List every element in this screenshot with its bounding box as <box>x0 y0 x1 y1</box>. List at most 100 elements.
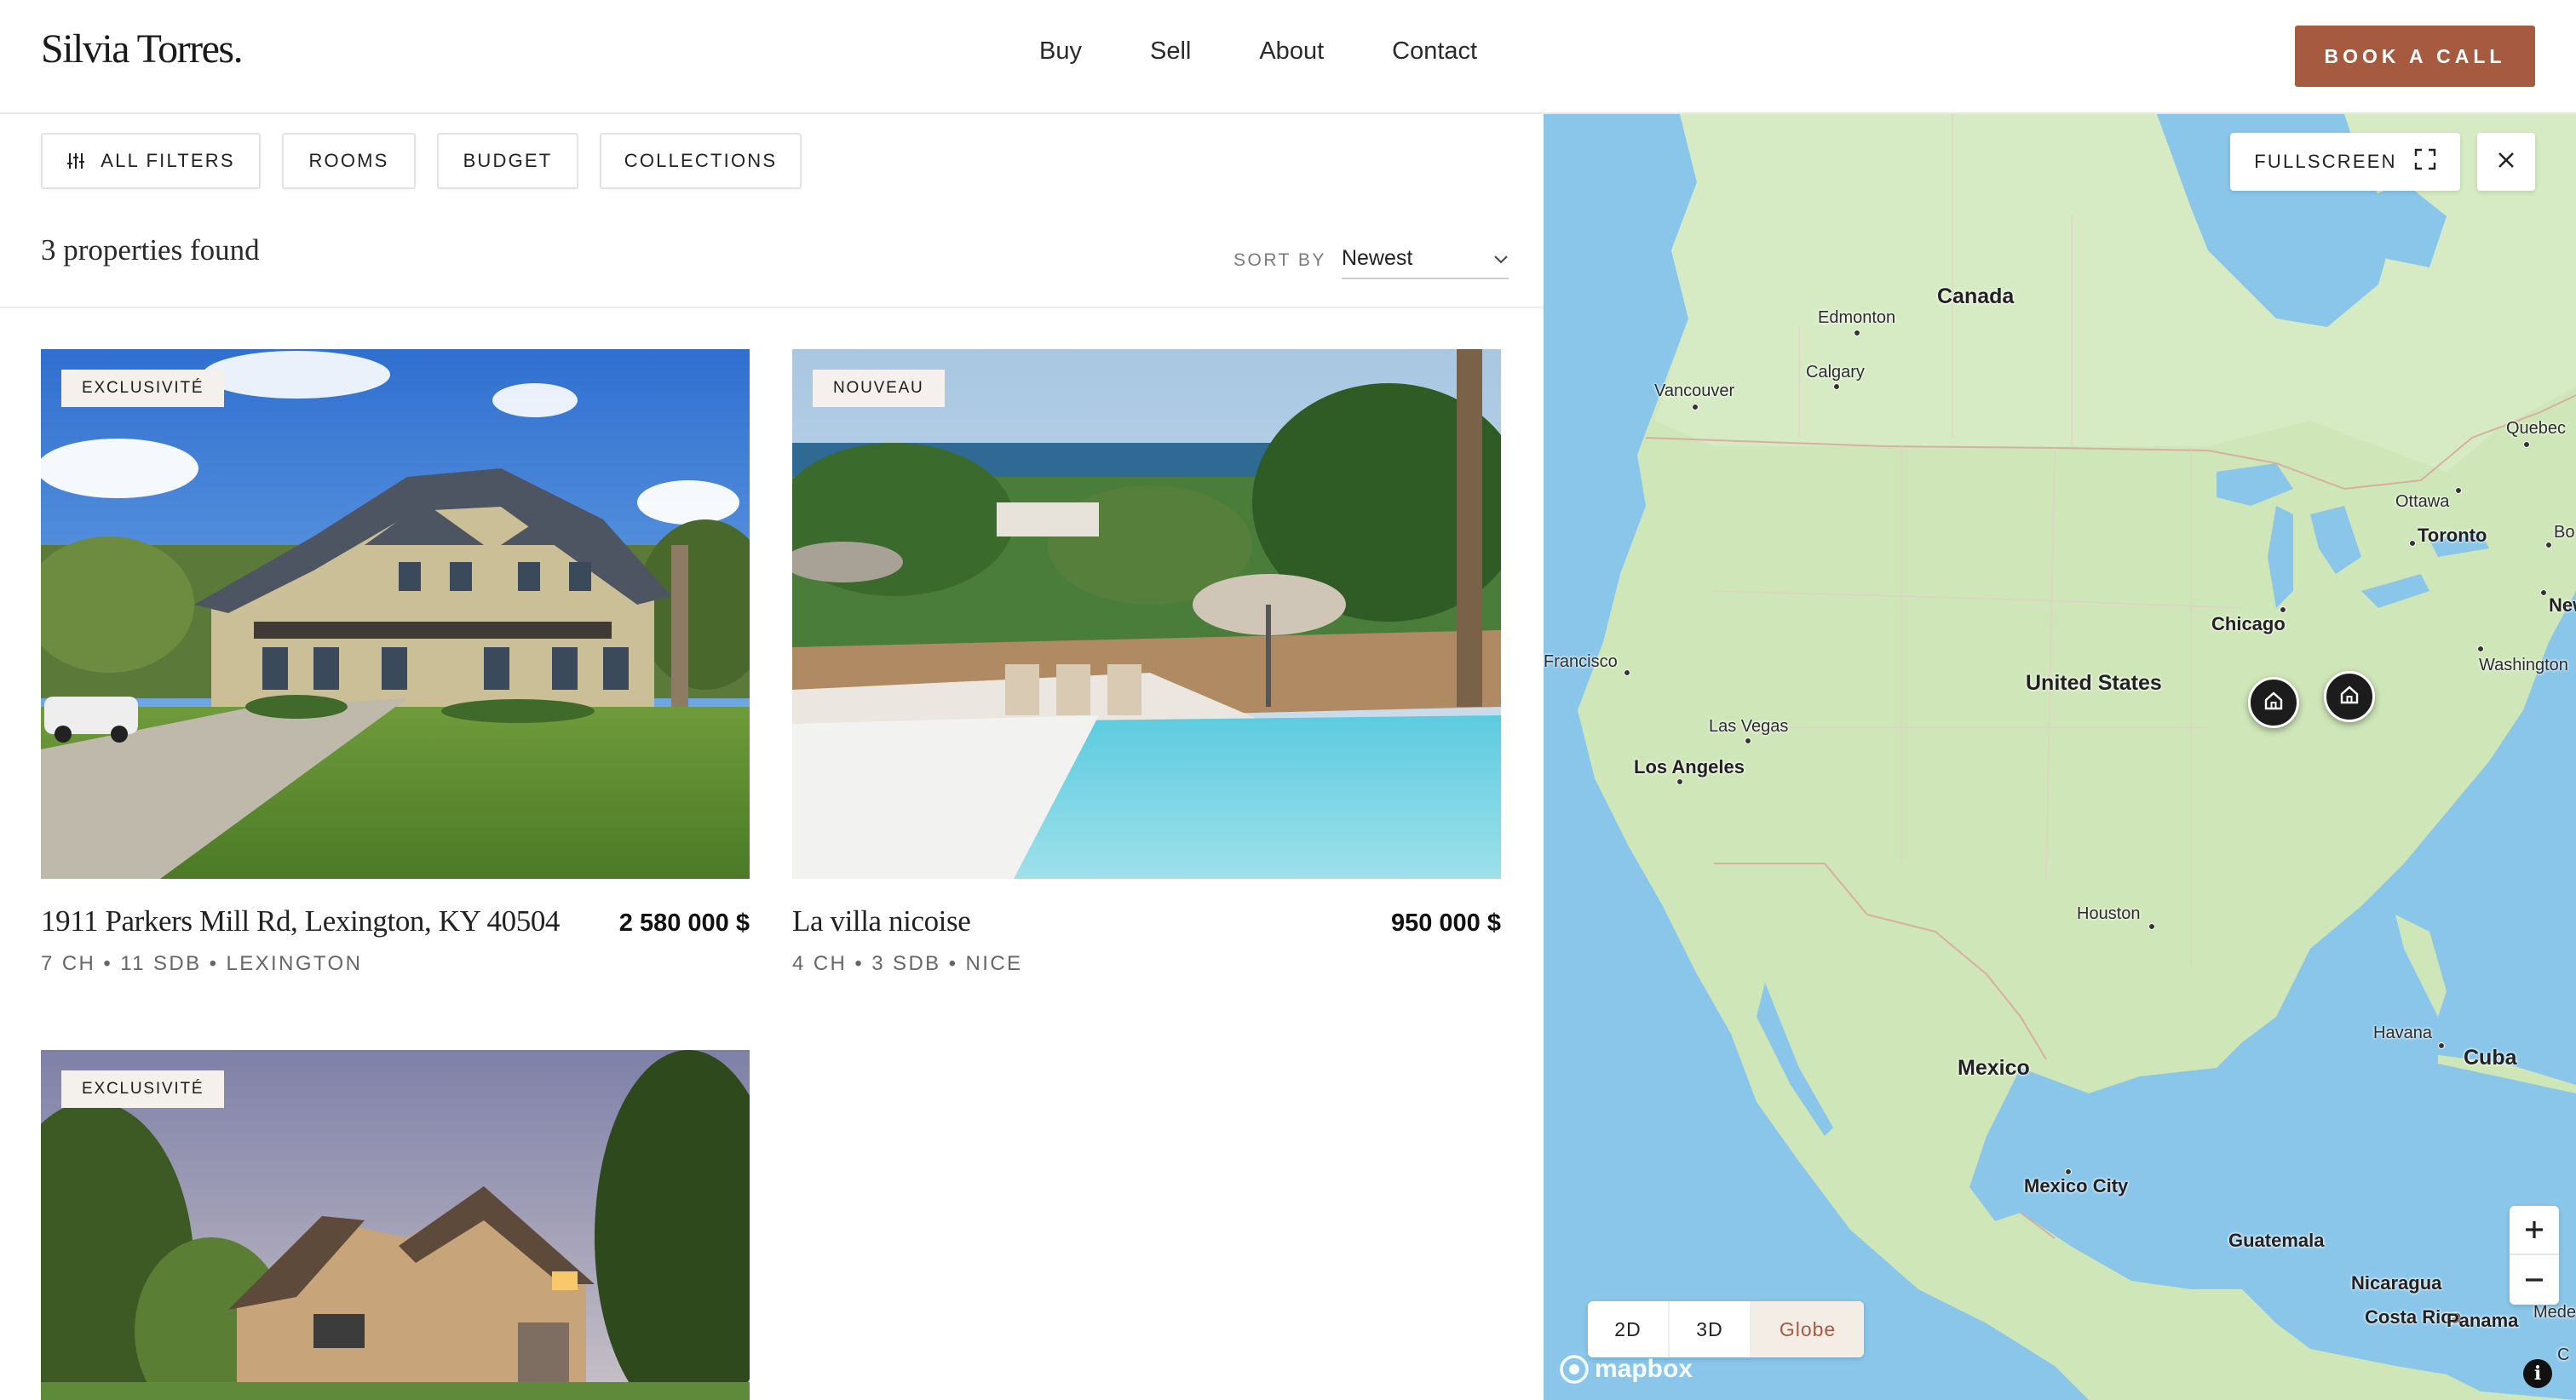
map-label-panama: Panama <box>2447 1310 2519 1331</box>
city-dot <box>1676 778 1683 785</box>
map-label-ottawa: Ottawa <box>2395 492 2450 511</box>
city-dot <box>2065 1168 2072 1175</box>
all-filters-button[interactable]: ALL FILTERS <box>41 133 261 189</box>
map-label-united-states: United States <box>2026 671 2162 695</box>
listing-photo[interactable]: NOUVEAU <box>792 349 1501 879</box>
map-label-havana: Havana <box>2373 1024 2432 1042</box>
fullscreen-label: FULLSCREEN <box>2254 151 2397 172</box>
zoom-in-button[interactable] <box>2510 1206 2559 1255</box>
city-dot <box>2455 487 2462 494</box>
map-label-mexico-city: Mexico City <box>2024 1175 2129 1196</box>
listing-card[interactable]: EXCLUSIVITÉ 1911 Parkers Mill Rd, Lexing… <box>41 349 750 976</box>
nav-buy[interactable]: Buy <box>1039 37 1082 66</box>
map-label-las-vegas: Las Vegas <box>1709 717 1789 736</box>
sort-value: Newest <box>1341 245 1413 270</box>
listing-badge: EXCLUSIVITÉ <box>61 1070 225 1108</box>
collections-filter-button[interactable]: COLLECTIONS <box>600 133 802 189</box>
map-label-nicaragua: Nicaragua <box>2351 1272 2442 1294</box>
map-label-vancouver: Vancouver <box>1654 382 1735 400</box>
mode-globe-button[interactable]: Globe <box>1751 1301 1864 1357</box>
mapbox-wordmark: mapbox <box>1595 1355 1693 1383</box>
map-label-francisco: Francisco <box>1544 652 1618 671</box>
rooms-filter-button[interactable]: ROOMS <box>282 133 416 189</box>
listing-address[interactable]: La villa nicoise <box>792 904 971 938</box>
chevron-down-icon <box>1493 246 1509 271</box>
map-label-bo: Bo <box>2554 523 2575 542</box>
map-label-edmonton: Edmonton <box>1818 308 1896 327</box>
main-nav: Buy Sell About Contact <box>1039 37 1545 66</box>
info-icon[interactable]: i <box>2523 1359 2552 1388</box>
city-dot <box>1624 669 1630 676</box>
minus-icon <box>2526 1278 2543 1282</box>
map-panel[interactable]: Canada Edmonton Calgary Vancouver Quebec… <box>1544 114 2576 1400</box>
city-dot <box>2409 540 2416 547</box>
zoom-out-button[interactable] <box>2510 1255 2559 1305</box>
sort-control: SORT BY Newest <box>1233 242 1509 279</box>
map-label-c: C <box>2557 1345 2570 1364</box>
city-dot <box>2280 606 2286 613</box>
city-dot <box>2477 645 2484 652</box>
zoom-control <box>2510 1206 2559 1305</box>
city-dot <box>1692 404 1699 410</box>
nav-about[interactable]: About <box>1259 37 1324 66</box>
listing-title-row: 1911 Parkers Mill Rd, Lexington, KY 4050… <box>41 904 750 938</box>
map-mode-toggle: 2D 3D Globe <box>1588 1301 1864 1357</box>
listing-meta: 7 CH • 11 SDB • LEXINGTON <box>41 952 363 975</box>
city-dot <box>2523 441 2530 448</box>
map-label-toronto: Toronto <box>2418 525 2487 546</box>
fullscreen-button[interactable]: FULLSCREEN <box>2230 133 2460 191</box>
mode-3d-button[interactable]: 3D <box>1670 1301 1751 1357</box>
all-filters-label: ALL FILTERS <box>101 150 235 171</box>
property-marker[interactable] <box>2248 677 2299 728</box>
listing-title-row: La villa nicoise 950 000 $ <box>792 904 1501 938</box>
listing-address[interactable]: 1911 Parkers Mill Rd, Lexington, KY 4050… <box>41 904 560 938</box>
map-label-washington: Washington <box>2479 656 2568 674</box>
map-label-canada: Canada <box>1937 284 2015 308</box>
listing-photo[interactable]: EXCLUSIVITÉ <box>41 349 750 879</box>
city-dot <box>1854 330 1860 336</box>
listing-meta: 4 CH • 3 SDB • NICE <box>792 952 1023 975</box>
nav-contact[interactable]: Contact <box>1392 37 1477 66</box>
sort-label: SORT BY <box>1233 250 1326 270</box>
listing-price: 950 000 $ <box>1390 909 1501 937</box>
map-label-quebec: Quebec <box>2506 419 2567 438</box>
property-marker[interactable] <box>2324 671 2375 722</box>
expand-icon <box>2414 148 2436 175</box>
map-label-new-york: New Y <box>2549 594 2576 616</box>
listing-badge: EXCLUSIVITÉ <box>61 370 225 407</box>
results-count: 3 properties found <box>41 233 260 267</box>
close-icon <box>2497 151 2516 174</box>
city-dot <box>1745 737 1751 744</box>
sort-dropdown[interactable]: Newest <box>1341 242 1509 279</box>
brand-logo[interactable]: Silvia Torres. <box>41 26 244 72</box>
site-header: Silvia Torres. Buy Sell About Contact BO… <box>0 0 2576 114</box>
listing-card[interactable]: EXCLUSIVITÉ <box>41 1050 750 1400</box>
listings-panel: ALL FILTERS ROOMS BUDGET COLLECTIONS 3 p… <box>0 114 1544 1400</box>
mapbox-logo-icon <box>1559 1354 1590 1385</box>
filter-bar: ALL FILTERS ROOMS BUDGET COLLECTIONS <box>41 133 823 189</box>
sliders-icon <box>66 152 85 170</box>
city-dot <box>2438 1042 2445 1049</box>
map-label-mede: Mede <box>2533 1303 2576 1322</box>
listing-badge: NOUVEAU <box>813 370 945 407</box>
mapbox-attribution[interactable]: mapbox <box>1559 1354 1693 1385</box>
divider <box>0 307 1544 308</box>
nav-sell[interactable]: Sell <box>1150 37 1191 66</box>
mode-2d-button[interactable]: 2D <box>1588 1301 1670 1357</box>
home-icon <box>2338 684 2360 710</box>
map-label-mexico: Mexico <box>1958 1056 2030 1080</box>
listing-price: 2 580 000 $ <box>618 909 750 937</box>
map-label-houston: Houston <box>2077 904 2141 923</box>
city-dot <box>1833 383 1840 390</box>
map-label-guatemala: Guatemala <box>2228 1230 2325 1251</box>
listing-card[interactable]: NOUVEAU La villa nicoise 950 000 $ 4 CH … <box>792 349 1501 976</box>
close-map-button[interactable] <box>2477 133 2535 191</box>
map-label-calgary: Calgary <box>1806 363 1865 382</box>
book-a-call-button[interactable]: BOOK A CALL <box>2295 26 2535 87</box>
city-dot <box>2540 589 2547 596</box>
home-icon <box>2263 690 2285 716</box>
listing-photo[interactable]: EXCLUSIVITÉ <box>41 1050 750 1400</box>
city-dot <box>2545 542 2552 548</box>
city-dot <box>2148 923 2155 930</box>
budget-filter-button[interactable]: BUDGET <box>437 133 578 189</box>
